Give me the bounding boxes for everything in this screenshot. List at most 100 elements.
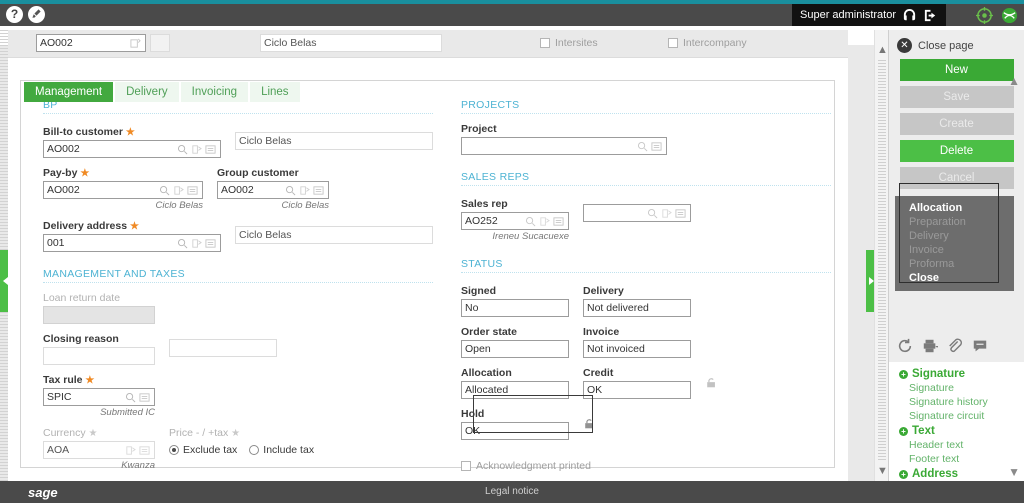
group-customer-input[interactable]: AO002: [217, 181, 329, 199]
search-icon[interactable]: [637, 141, 648, 152]
pay-by-label: Pay-by ★: [43, 167, 90, 179]
closing-reason-input[interactable]: [43, 347, 155, 365]
tax-rule-input[interactable]: SPIC: [43, 388, 155, 406]
list-icon[interactable]: [313, 185, 324, 196]
group-text[interactable]: + Text: [889, 423, 1024, 438]
credit-label: Credit: [583, 367, 614, 379]
search-icon[interactable]: [177, 144, 188, 155]
site-lookup-button[interactable]: [150, 34, 170, 52]
legal-notice-link[interactable]: Legal notice: [0, 486, 1024, 497]
print-icon[interactable]: [922, 338, 938, 354]
scroll-track[interactable]: [878, 60, 886, 461]
user-chip[interactable]: Super administrator: [792, 4, 946, 26]
link-icon[interactable]: [539, 216, 550, 227]
search-icon[interactable]: [285, 185, 296, 196]
site-code-input[interactable]: AO002: [36, 34, 146, 52]
search-icon[interactable]: [525, 216, 536, 227]
logout-icon[interactable]: [923, 8, 938, 23]
link-footer-text[interactable]: Footer text: [889, 452, 1024, 466]
top-form-row: AO002 Ciclo Belas Intersites Intercompan…: [8, 30, 848, 58]
tab-management[interactable]: Management: [24, 82, 114, 102]
list-icon[interactable]: [187, 185, 198, 196]
credit-unlock-icon[interactable]: [705, 377, 718, 389]
brush-icon[interactable]: [28, 6, 45, 23]
list-icon[interactable]: [553, 216, 564, 227]
tab-lines[interactable]: Lines: [250, 82, 300, 102]
search-icon[interactable]: [159, 185, 170, 196]
link-icon[interactable]: [191, 144, 202, 155]
group-address[interactable]: + Address: [889, 466, 1024, 481]
acknowledgment-printed-checkbox[interactable]: Acknowledgment printed: [461, 460, 831, 472]
pay-by-input[interactable]: AO002: [43, 181, 203, 199]
project-label: Project: [461, 123, 497, 135]
link-icon[interactable]: [173, 185, 184, 196]
attachment-icon[interactable]: [947, 338, 963, 354]
acknowledgment-printed-label: Acknowledgment printed: [476, 460, 591, 472]
close-page-button[interactable]: ✕ Close page: [889, 30, 1024, 59]
search-icon[interactable]: [647, 208, 658, 219]
intercompany-checkbox[interactable]: Intercompany: [668, 37, 747, 49]
list-icon[interactable]: [205, 144, 216, 155]
search-icon[interactable]: [125, 392, 136, 403]
target-icon[interactable]: [976, 7, 993, 24]
currency-input[interactable]: AOA: [43, 441, 155, 459]
delivery-address-name[interactable]: Ciclo Belas: [235, 226, 433, 244]
help-icon[interactable]: ?: [6, 6, 23, 23]
delivery-address-input[interactable]: 001: [43, 234, 221, 252]
form-panel: BP Bill-to customer ★ AO002 Ciclo Belas …: [20, 80, 835, 472]
tab-delivery[interactable]: Delivery: [115, 82, 179, 102]
refresh-icon[interactable]: [897, 338, 913, 354]
main-scrollbar[interactable]: ▲ ▼: [874, 30, 888, 503]
exclude-tax-radio[interactable]: Exclude tax: [169, 444, 237, 456]
delivery-status-input[interactable]: Not delivered: [583, 299, 691, 317]
list-icon[interactable]: [651, 141, 662, 152]
bill-to-customer-name[interactable]: Ciclo Belas: [235, 132, 433, 150]
list-icon[interactable]: [675, 208, 686, 219]
order-state-input[interactable]: Open: [461, 340, 569, 358]
scroll-up-icon[interactable]: ▲: [877, 44, 888, 56]
sales-rep-value: AO252: [465, 215, 498, 227]
link-header-text[interactable]: Header text: [889, 438, 1024, 452]
comment-icon[interactable]: [972, 338, 988, 354]
order-state-value: Open: [465, 343, 491, 355]
sales-rep-sub: Ireneu Sucacuexe: [492, 231, 569, 242]
bill-to-customer-input[interactable]: AO002: [43, 140, 221, 158]
credit-value: OK: [587, 384, 603, 396]
include-tax-radio[interactable]: Include tax: [249, 444, 314, 456]
search-icon[interactable]: [177, 238, 188, 249]
scroll-down-icon[interactable]: ▼: [877, 465, 888, 477]
tab-invoicing[interactable]: Invoicing: [180, 82, 249, 102]
closing-reason-secondary-input[interactable]: [169, 339, 277, 357]
link-icon[interactable]: [125, 445, 136, 456]
list-icon[interactable]: [139, 445, 150, 456]
tax-rule-label: Tax rule ★: [43, 374, 95, 386]
list-icon[interactable]: [205, 238, 216, 249]
hold-input[interactable]: OK: [461, 422, 569, 440]
signed-input[interactable]: No: [461, 299, 569, 317]
link-icon[interactable]: [299, 185, 310, 196]
credit-input[interactable]: OK: [583, 381, 691, 399]
link-signature-circuit[interactable]: Signature circuit: [889, 409, 1024, 423]
invoice-status-input[interactable]: Not invoiced: [583, 340, 691, 358]
globe-icon[interactable]: [1001, 7, 1018, 24]
link-icon[interactable]: [191, 238, 202, 249]
link-signature-history[interactable]: Signature history: [889, 395, 1024, 409]
hold-unlock-icon[interactable]: [583, 418, 596, 430]
sales-rep-secondary-input[interactable]: [583, 204, 691, 222]
site-name-input[interactable]: Ciclo Belas: [260, 34, 442, 52]
intersites-checkbox[interactable]: Intersites: [540, 37, 598, 49]
sidebar-scroll-up-icon[interactable]: ▲: [1008, 74, 1020, 88]
link-icon[interactable]: [130, 38, 141, 49]
link-signature[interactable]: Signature: [889, 381, 1024, 395]
delete-button[interactable]: Delete: [899, 140, 1014, 162]
new-button[interactable]: New: [899, 59, 1014, 81]
sales-rep-input[interactable]: AO252: [461, 212, 569, 230]
list-icon[interactable]: [139, 392, 150, 403]
sidebar-scroll-down-icon[interactable]: ▼: [1008, 465, 1020, 479]
allocation-input[interactable]: Allocated: [461, 381, 569, 399]
group-signature[interactable]: + Signature: [889, 366, 1024, 381]
project-input[interactable]: [461, 137, 667, 155]
top-toolbar: ? Super administrator: [0, 4, 1024, 26]
headset-icon[interactable]: [902, 8, 917, 23]
link-icon[interactable]: [661, 208, 672, 219]
